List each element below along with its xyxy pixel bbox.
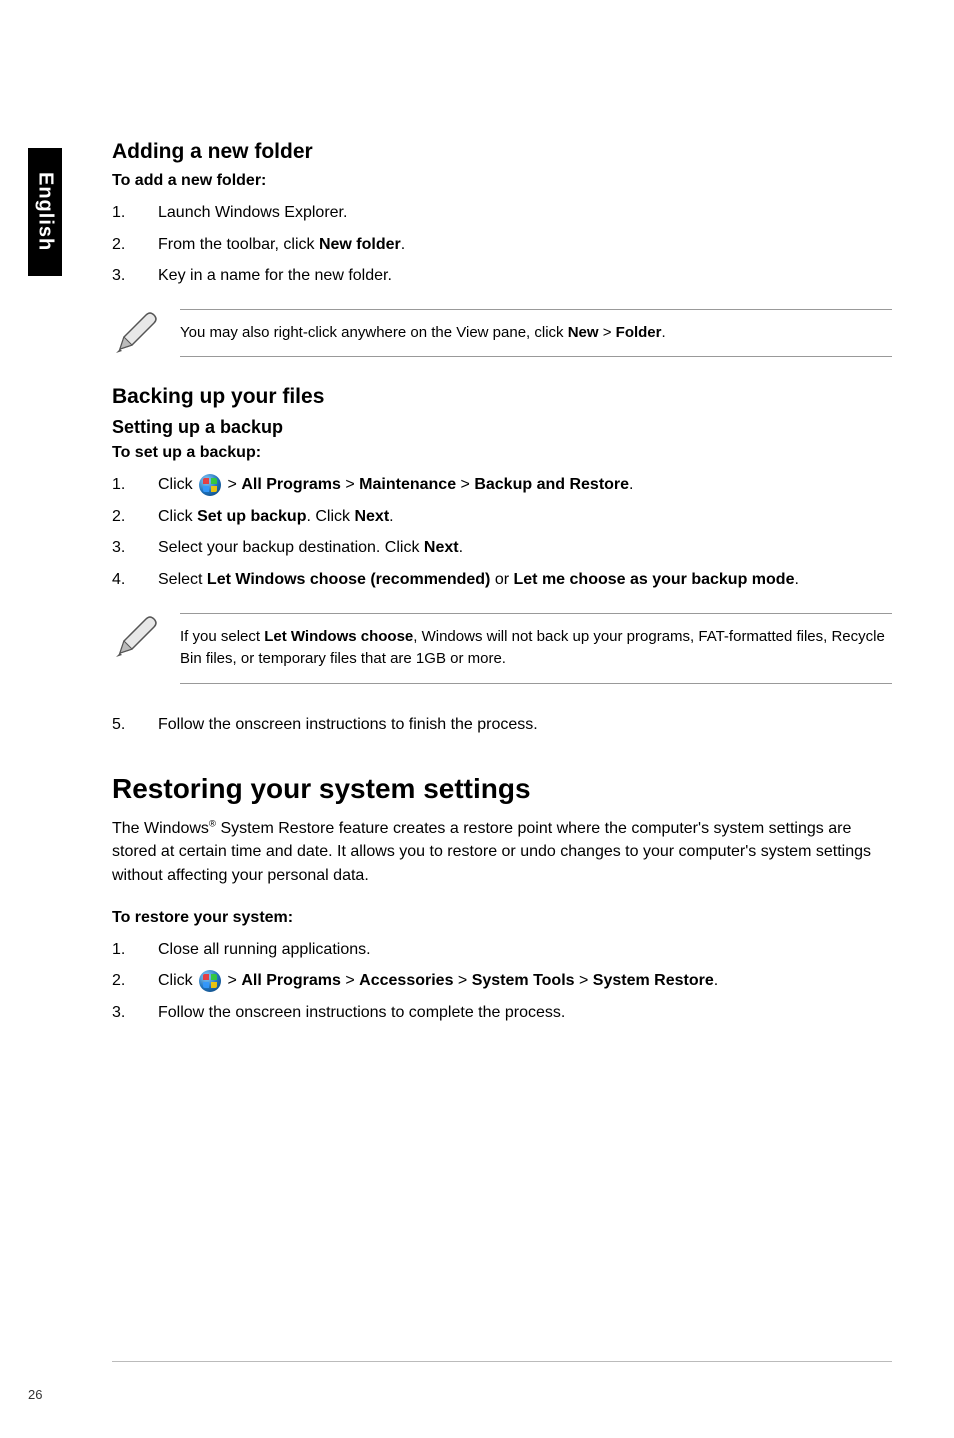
note-text: You may also right-click anywhere on the… bbox=[180, 309, 892, 358]
step-bold: Let Windows choose (recommended) bbox=[207, 571, 490, 588]
step-number: 2. bbox=[112, 504, 158, 530]
note-span: . bbox=[662, 324, 666, 341]
windows-start-icon bbox=[199, 970, 221, 992]
step-bold: System Tools bbox=[472, 972, 575, 989]
note-bold: Let Windows choose bbox=[264, 628, 413, 645]
step-number: 4. bbox=[112, 567, 158, 593]
step-bold: Maintenance bbox=[359, 476, 456, 493]
language-label: English bbox=[34, 172, 57, 251]
step-text: or bbox=[490, 571, 513, 588]
page-number: 26 bbox=[28, 1387, 42, 1402]
step-text: > bbox=[223, 476, 241, 493]
step-bold: New folder bbox=[319, 236, 401, 253]
step-number: 3. bbox=[112, 263, 158, 289]
note-text: If you select Let Windows choose, Window… bbox=[180, 613, 892, 684]
pencil-icon bbox=[112, 613, 160, 661]
list-item: 1.Click > All Programs > Maintenance > B… bbox=[112, 472, 892, 498]
step-text: > bbox=[453, 972, 471, 989]
step-text: Click bbox=[158, 508, 197, 525]
language-tab: English bbox=[28, 148, 62, 276]
step-text: Select your backup destination. Click bbox=[158, 539, 424, 556]
list-item: 1.Close all running applications. bbox=[112, 937, 892, 963]
step-text: From the toolbar, click bbox=[158, 236, 319, 253]
step-text: . bbox=[794, 571, 798, 588]
step-number: 2. bbox=[112, 232, 158, 258]
step-text: > bbox=[341, 476, 359, 493]
step-number: 3. bbox=[112, 535, 158, 561]
subheading-to-setup: To set up a backup: bbox=[112, 444, 892, 462]
steps-restore: 1.Close all running applications. 2.Clic… bbox=[112, 937, 892, 1026]
step-number: 1. bbox=[112, 937, 158, 963]
step-text: > bbox=[456, 476, 474, 493]
step-text: Select bbox=[158, 571, 207, 588]
footer-divider bbox=[112, 1361, 892, 1362]
note-span: You may also right-click anywhere on the… bbox=[180, 324, 568, 341]
step-text: . bbox=[459, 539, 463, 556]
heading-backing-up: Backing up your files bbox=[112, 385, 892, 409]
step-text: Close all running applications. bbox=[158, 941, 371, 958]
step-text: Key in a name for the new folder. bbox=[158, 267, 392, 284]
subheading-setting-up: Setting up a backup bbox=[112, 417, 892, 438]
step-text: . Click bbox=[306, 508, 354, 525]
step-number: 1. bbox=[112, 200, 158, 226]
step-text: Follow the onscreen instructions to fini… bbox=[158, 716, 538, 733]
note-bold: Folder bbox=[616, 324, 662, 341]
step-bold: All Programs bbox=[241, 476, 341, 493]
note-span: If you select bbox=[180, 628, 264, 645]
step-bold: System Restore bbox=[593, 972, 714, 989]
step-text: Click bbox=[158, 476, 197, 493]
step-number: 5. bbox=[112, 712, 158, 738]
page-content: Adding a new folder To add a new folder:… bbox=[112, 140, 892, 1046]
step-number: 1. bbox=[112, 472, 158, 498]
step-bold: Set up backup bbox=[197, 508, 306, 525]
step-bold: All Programs bbox=[241, 972, 341, 989]
list-item: 3.Select your backup destination. Click … bbox=[112, 535, 892, 561]
steps-adding-folder: 1.Launch Windows Explorer. 2.From the to… bbox=[112, 200, 892, 289]
step-text: . bbox=[389, 508, 393, 525]
subheading-to-add: To add a new folder: bbox=[112, 172, 892, 190]
step-text: . bbox=[629, 476, 633, 493]
step-text: Follow the onscreen instructions to comp… bbox=[158, 1004, 565, 1021]
step-number: 3. bbox=[112, 1000, 158, 1026]
step-number: 2. bbox=[112, 968, 158, 994]
list-item: 3.Key in a name for the new folder. bbox=[112, 263, 892, 289]
step-text: > bbox=[575, 972, 593, 989]
steps-backup: 1.Click > All Programs > Maintenance > B… bbox=[112, 472, 892, 592]
pencil-icon bbox=[112, 309, 160, 357]
step-text: Launch Windows Explorer. bbox=[158, 204, 347, 221]
step-text: . bbox=[401, 236, 405, 253]
step-bold: Next bbox=[424, 539, 459, 556]
step-text: > bbox=[223, 972, 241, 989]
para-text: The Windows bbox=[112, 820, 209, 837]
step-text: . bbox=[714, 972, 718, 989]
step-text: Click bbox=[158, 972, 197, 989]
note-span: > bbox=[599, 324, 616, 341]
list-item: 2.Click Set up backup. Click Next. bbox=[112, 504, 892, 530]
registered-mark: ® bbox=[209, 819, 216, 830]
note-bold: New bbox=[568, 324, 599, 341]
step-bold: Accessories bbox=[359, 972, 453, 989]
list-item: 4.Select Let Windows choose (recommended… bbox=[112, 567, 892, 593]
step-bold: Next bbox=[354, 508, 389, 525]
note-block: You may also right-click anywhere on the… bbox=[112, 309, 892, 358]
step-bold: Backup and Restore bbox=[474, 476, 629, 493]
list-item: 1.Launch Windows Explorer. bbox=[112, 200, 892, 226]
step-bold: Let me choose as your backup mode bbox=[514, 571, 795, 588]
para-text: System Restore feature creates a restore… bbox=[112, 820, 871, 883]
subheading-to-restore: To restore your system: bbox=[112, 909, 892, 927]
heading-adding-folder: Adding a new folder bbox=[112, 140, 892, 164]
step-text: > bbox=[341, 972, 359, 989]
windows-start-icon bbox=[199, 474, 221, 496]
heading-restoring: Restoring your system settings bbox=[112, 773, 892, 805]
note-block: If you select Let Windows choose, Window… bbox=[112, 613, 892, 684]
list-item: 5.Follow the onscreen instructions to fi… bbox=[112, 712, 892, 738]
paragraph-restore: The Windows® System Restore feature crea… bbox=[112, 817, 892, 887]
list-item: 2.From the toolbar, click New folder. bbox=[112, 232, 892, 258]
list-item: 3.Follow the onscreen instructions to co… bbox=[112, 1000, 892, 1026]
list-item: 2.Click > All Programs > Accessories > S… bbox=[112, 968, 892, 994]
steps-backup-cont: 5.Follow the onscreen instructions to fi… bbox=[112, 712, 892, 738]
